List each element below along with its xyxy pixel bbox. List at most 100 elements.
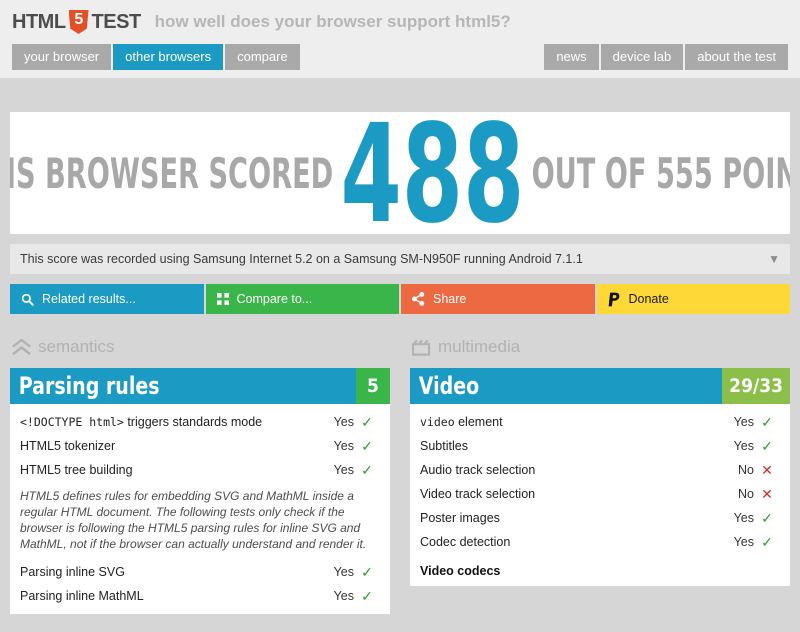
section-score-parsing-rules: 5 (356, 368, 390, 404)
category-header-semantics: semantics (10, 336, 390, 358)
feature-name: video element (420, 415, 720, 429)
section-title-parsing-rules: Parsing rules (18, 372, 160, 400)
feature-value: Yes (333, 463, 354, 477)
compare-to-label: Compare to... (236, 292, 313, 306)
table-row: Video track selection No ✕ (420, 482, 780, 506)
site-logo[interactable]: HTML 5 TEST (12, 10, 141, 34)
check-icon: ✓ (761, 534, 773, 550)
site-header: HTML 5 TEST how well does your browser s… (0, 0, 800, 78)
check-icon: ✓ (761, 438, 773, 454)
donate-label: Donate (628, 292, 669, 306)
tab-about-the-test[interactable]: about the test (685, 44, 788, 70)
feature-note: HTML5 defines rules for embedding SVG an… (20, 489, 367, 551)
check-icon: ✓ (761, 510, 773, 526)
score-info-text: This score was recorded using Samsung In… (20, 252, 583, 266)
score-value: 488 (340, 112, 524, 234)
cross-icon: ✕ (761, 486, 773, 502)
feature-name: HTML5 tree building (20, 463, 133, 477)
logo-text-test: TEST (91, 10, 142, 33)
share-icon (412, 292, 425, 306)
feature-name-text: triggers standards mode (123, 415, 263, 429)
feature-value: Yes (733, 511, 754, 525)
score-info-bar[interactable]: This score was recorded using Samsung In… (10, 244, 790, 274)
section-bar-parsing-rules[interactable]: Parsing rules 5 (10, 368, 390, 404)
logo-text-html: HTML (12, 10, 66, 33)
feature-name: Parsing inline SVG (20, 565, 125, 579)
feature-name-mono: video (420, 415, 455, 429)
table-row: HTML5 tokenizer Yes ✓ (20, 434, 380, 458)
search-icon (21, 293, 34, 306)
feature-value: Yes (333, 439, 354, 453)
page-body: THIS BROWSER SCORED 488 OUT OF 555 POINT… (0, 78, 800, 614)
table-row: Subtitles Yes ✓ (420, 434, 780, 458)
feature-subheading: Video codecs (420, 564, 501, 578)
feature-name: Video track selection (420, 487, 536, 501)
score-prefix: THIS BROWSER SCORED (10, 148, 333, 198)
donate-button[interactable]: Donate (596, 284, 790, 314)
grid-icon (216, 293, 229, 305)
column-semantics: semantics Parsing rules 5 <!DOCTYPE html… (10, 336, 390, 614)
feature-name: Subtitles (420, 439, 468, 453)
category-header-multimedia: multimedia (410, 336, 790, 358)
tab-other-browsers[interactable]: other browsers (113, 44, 224, 70)
feature-value: No (738, 463, 754, 477)
feature-value: Yes (333, 565, 354, 579)
secondary-tabs: news device lab about the test (544, 44, 788, 70)
table-row: Poster images Yes ✓ (420, 506, 780, 530)
chevron-down-icon[interactable]: ▼ (768, 252, 780, 266)
section-title-video: Video (418, 372, 480, 400)
section-bar-video[interactable]: Video 29/33 (410, 368, 790, 404)
results-columns: semantics Parsing rules 5 <!DOCTYPE html… (10, 336, 790, 614)
table-row: Codec detection Yes ✓ (420, 530, 780, 554)
brand-row: HTML 5 TEST how well does your browser s… (12, 0, 788, 40)
feature-name: Audio track selection (420, 463, 536, 477)
check-icon: ✓ (361, 588, 373, 604)
tab-news[interactable]: news (544, 44, 599, 70)
tab-your-browser[interactable]: your browser (12, 44, 112, 70)
check-icon: ✓ (361, 438, 373, 454)
share-label: Share (433, 292, 467, 306)
table-row: Parsing inline SVG Yes ✓ (20, 560, 380, 584)
category-label-semantics: semantics (38, 337, 115, 356)
action-bar: Related results... Compare to... Share D… (10, 284, 790, 314)
score-banner: THIS BROWSER SCORED 488 OUT OF 555 POINT… (10, 112, 790, 234)
feature-list-parsing-rules: <!DOCTYPE html> triggers standards mode … (10, 404, 390, 614)
table-row: Parsing inline MathML Yes ✓ (20, 584, 380, 608)
feature-name-mono: <!DOCTYPE html> (20, 415, 124, 429)
check-icon: ✓ (361, 462, 373, 478)
related-results-button[interactable]: Related results... (10, 284, 206, 314)
table-row: HTML5 tree building Yes ✓ (20, 458, 380, 482)
score-line: THIS BROWSER SCORED 488 OUT OF 555 POINT… (10, 112, 790, 234)
html5-shield-icon: 5 (68, 10, 89, 34)
table-row: Audio track selection No ✕ (420, 458, 780, 482)
tab-device-lab[interactable]: device lab (600, 44, 684, 70)
column-multimedia: multimedia Video 29/33 video element Yes… (410, 336, 790, 614)
site-tagline: how well does your browser support html5… (154, 12, 511, 31)
feature-name: Poster images (420, 511, 500, 525)
feature-value: Yes (333, 589, 354, 603)
feature-name: HTML5 tokenizer (20, 439, 116, 453)
check-icon: ✓ (361, 564, 373, 580)
table-row: video element Yes ✓ (420, 410, 780, 434)
feature-value: No (738, 487, 754, 501)
nav-tabs: your browser other browsers compare news… (12, 44, 788, 70)
double-chevron-icon (12, 338, 31, 356)
table-row: <!DOCTYPE html> triggers standards mode … (20, 410, 380, 434)
tab-compare[interactable]: compare (225, 44, 300, 70)
feature-name: Parsing inline MathML (20, 589, 144, 603)
feature-list-video: video element Yes ✓ Subtitles Yes ✓ Audi… (410, 404, 790, 586)
feature-value: Yes (333, 415, 354, 429)
cross-icon: ✕ (761, 462, 773, 478)
clapperboard-icon (412, 339, 431, 356)
primary-tabs: your browser other browsers compare (12, 44, 300, 70)
feature-name: <!DOCTYPE html> triggers standards mode (20, 415, 320, 429)
feature-value: Yes (733, 415, 754, 429)
paypal-icon (608, 292, 621, 307)
share-button[interactable]: Share (401, 284, 597, 314)
compare-to-button[interactable]: Compare to... (205, 284, 401, 314)
section-score-video: 29/33 (722, 368, 790, 404)
check-icon: ✓ (361, 414, 373, 430)
feature-name: Codec detection (420, 535, 511, 549)
score-suffix: OUT OF 555 POINTS (531, 148, 790, 198)
